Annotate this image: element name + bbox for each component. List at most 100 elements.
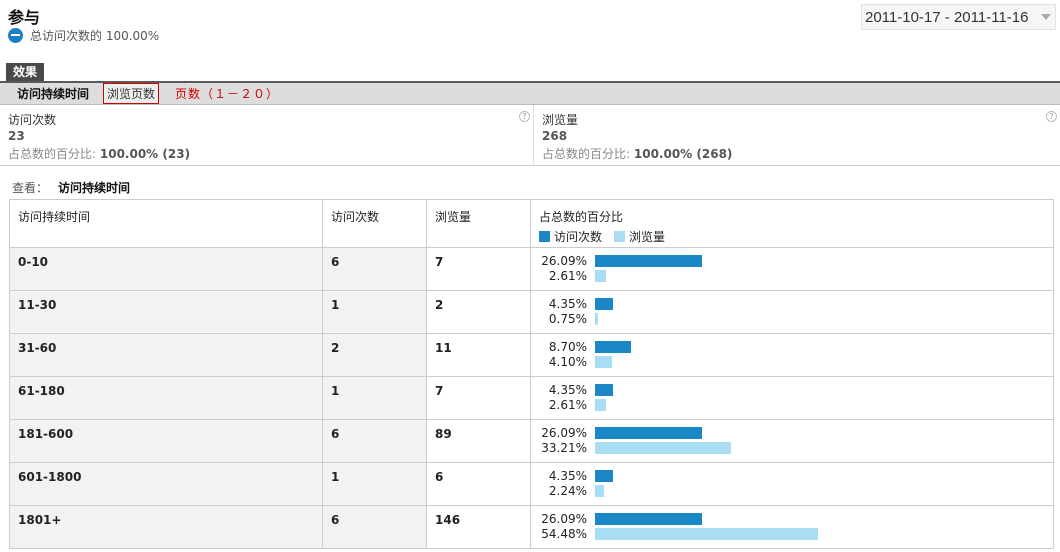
help-icon[interactable]: ? <box>1046 111 1057 122</box>
pageviews-percent: 2.24% <box>548 483 587 498</box>
legend-label-pageviews: 浏览量 <box>629 230 666 244</box>
help-icon[interactable]: ? <box>519 111 530 122</box>
pageviews-bar <box>595 269 606 282</box>
cell-duration: 601-1800 <box>9 462 323 506</box>
table-row: 31-60 2 11 8.70% 4.10% <box>9 333 1054 377</box>
table-row: 601-1800 1 6 4.35% 2.24% <box>9 462 1054 506</box>
metric-value: 268 <box>542 129 568 143</box>
chart-legend: 访问次数 浏览量 <box>539 228 1045 245</box>
legend-swatch-pageviews <box>614 231 626 242</box>
cell-percent: 26.09% 33.21% <box>530 419 1054 463</box>
cell-pageviews: 7 <box>426 376 531 420</box>
metric-name: 浏览量 <box>542 113 579 127</box>
cell-percent: 4.35% 2.61% <box>530 376 1054 420</box>
cell-percent: 4.35% 2.24% <box>530 462 1054 506</box>
view-label: 查看： <box>12 181 49 195</box>
visits-bar <box>595 383 613 396</box>
bar-pageviews: 33.21% <box>539 440 1045 455</box>
cell-percent: 4.35% 0.75% <box>530 290 1054 334</box>
visits-percent: 26.09% <box>541 253 587 268</box>
cell-pageviews: 11 <box>426 333 531 377</box>
metric-percent: 占总数的百分比: 100.00% (268) <box>542 147 733 161</box>
cell-duration: 31-60 <box>9 333 323 377</box>
metric-summary: 访问次数 23 占总数的百分比: 100.00% (23) ? 浏览量 268 … <box>0 105 1060 166</box>
visits-bar <box>595 340 631 353</box>
visits-bar <box>595 297 613 310</box>
cell-visits: 1 <box>322 290 427 334</box>
date-range-text: 2011-10-17 - 2011-11-16 <box>865 8 1029 26</box>
pageviews-percent: 54.48% <box>541 526 587 541</box>
page-range-annotation: 页数（１－２０） <box>175 87 280 101</box>
metric-value: 23 <box>8 129 25 143</box>
date-range-picker[interactable]: 2011-10-17 - 2011-11-16 <box>861 4 1056 30</box>
bar-visits: 4.35% <box>539 468 1045 483</box>
table-row: 181-600 6 89 26.09% 33.21% <box>9 419 1054 463</box>
segment-summary: 总访问次数的 100.00% <box>8 27 159 44</box>
visits-percent: 26.09% <box>541 511 587 526</box>
pageviews-bar <box>595 312 599 325</box>
pageviews-bar <box>595 355 612 368</box>
visits-percent: 26.09% <box>541 425 587 440</box>
cell-percent: 26.09% 54.48% <box>530 505 1054 549</box>
cell-duration: 1801+ <box>9 505 323 549</box>
tab-visit-duration[interactable]: 访问持续时间 <box>17 85 89 102</box>
cell-pageviews: 146 <box>426 505 531 549</box>
bar-visits: 26.09% <box>539 253 1045 268</box>
cell-percent: 26.09% 2.61% <box>530 247 1054 291</box>
bar-visits: 4.35% <box>539 296 1045 311</box>
cell-visits: 2 <box>322 333 427 377</box>
duration-table: 访问持续时间 访问次数 浏览量 占总数的百分比 访问次数 浏览量 0-10 6 7 2… <box>9 199 1054 549</box>
segment-pie-icon <box>8 28 23 43</box>
bar-visits: 26.09% <box>539 425 1045 440</box>
view-option-visit-duration[interactable]: 访问持续时间 <box>58 179 130 204</box>
table-row: 0-10 6 7 26.09% 2.61% <box>9 247 1054 291</box>
bar-pageviews: 2.61% <box>539 397 1045 412</box>
cell-visits: 6 <box>322 505 427 549</box>
visits-bar <box>595 512 702 525</box>
cell-duration: 11-30 <box>9 290 323 334</box>
pageviews-bar <box>595 441 732 454</box>
page-title: 参与 <box>8 8 41 27</box>
cell-duration: 181-600 <box>9 419 323 463</box>
bar-pageviews: 2.61% <box>539 268 1045 283</box>
cell-pageviews: 2 <box>426 290 531 334</box>
table-header-row: 访问持续时间 访问次数 浏览量 占总数的百分比 访问次数 浏览量 <box>9 199 1054 248</box>
segment-summary-text: 总访问次数的 100.00% <box>30 29 160 43</box>
visits-percent: 4.35% <box>548 468 587 483</box>
tab-bar: 访问持续时间 浏览页数 页数（１－２０） <box>0 81 1060 105</box>
metric-pageviews: 浏览量 268 占总数的百分比: 100.00% (268) ? <box>533 105 1060 165</box>
cell-pageviews: 6 <box>426 462 531 506</box>
percent-header-label: 占总数的百分比 <box>539 210 624 224</box>
bar-pageviews: 54.48% <box>539 526 1045 541</box>
cell-visits: 1 <box>322 462 427 506</box>
bar-pageviews: 4.10% <box>539 354 1045 369</box>
bar-pageviews: 2.24% <box>539 483 1045 498</box>
legend-label-visits: 访问次数 <box>554 230 603 244</box>
visits-percent: 4.35% <box>548 382 587 397</box>
view-selector: 查看： 访问持续时间 <box>12 179 130 204</box>
cell-pageviews: 7 <box>426 247 531 291</box>
cell-visits: 6 <box>322 247 427 291</box>
pageviews-percent: 2.61% <box>548 268 587 283</box>
metric-name: 访问次数 <box>8 113 57 127</box>
table-row: 1801+ 6 146 26.09% 54.48% <box>9 505 1054 549</box>
bar-visits: 4.35% <box>539 382 1045 397</box>
visits-bar <box>595 469 613 482</box>
column-header-pageviews[interactable]: 浏览量 <box>426 199 531 248</box>
column-header-percent: 占总数的百分比 访问次数 浏览量 <box>530 199 1054 248</box>
tab-page-depth[interactable]: 浏览页数 <box>103 83 160 104</box>
chevron-down-icon <box>1041 14 1051 20</box>
pageviews-bar <box>595 484 605 497</box>
cell-duration: 61-180 <box>9 376 323 420</box>
pageviews-bar <box>595 527 819 540</box>
bar-visits: 26.09% <box>539 511 1045 526</box>
section-label: 效果 <box>6 63 45 81</box>
cell-visits: 6 <box>322 419 427 463</box>
cell-percent: 8.70% 4.10% <box>530 333 1054 377</box>
pageviews-percent: 33.21% <box>541 440 587 455</box>
metric-percent: 占总数的百分比: 100.00% (23) <box>8 147 191 161</box>
column-header-visits[interactable]: 访问次数 <box>322 199 427 248</box>
cell-pageviews: 89 <box>426 419 531 463</box>
column-header-duration[interactable]: 访问持续时间 <box>9 199 323 248</box>
visits-bar <box>595 254 702 267</box>
